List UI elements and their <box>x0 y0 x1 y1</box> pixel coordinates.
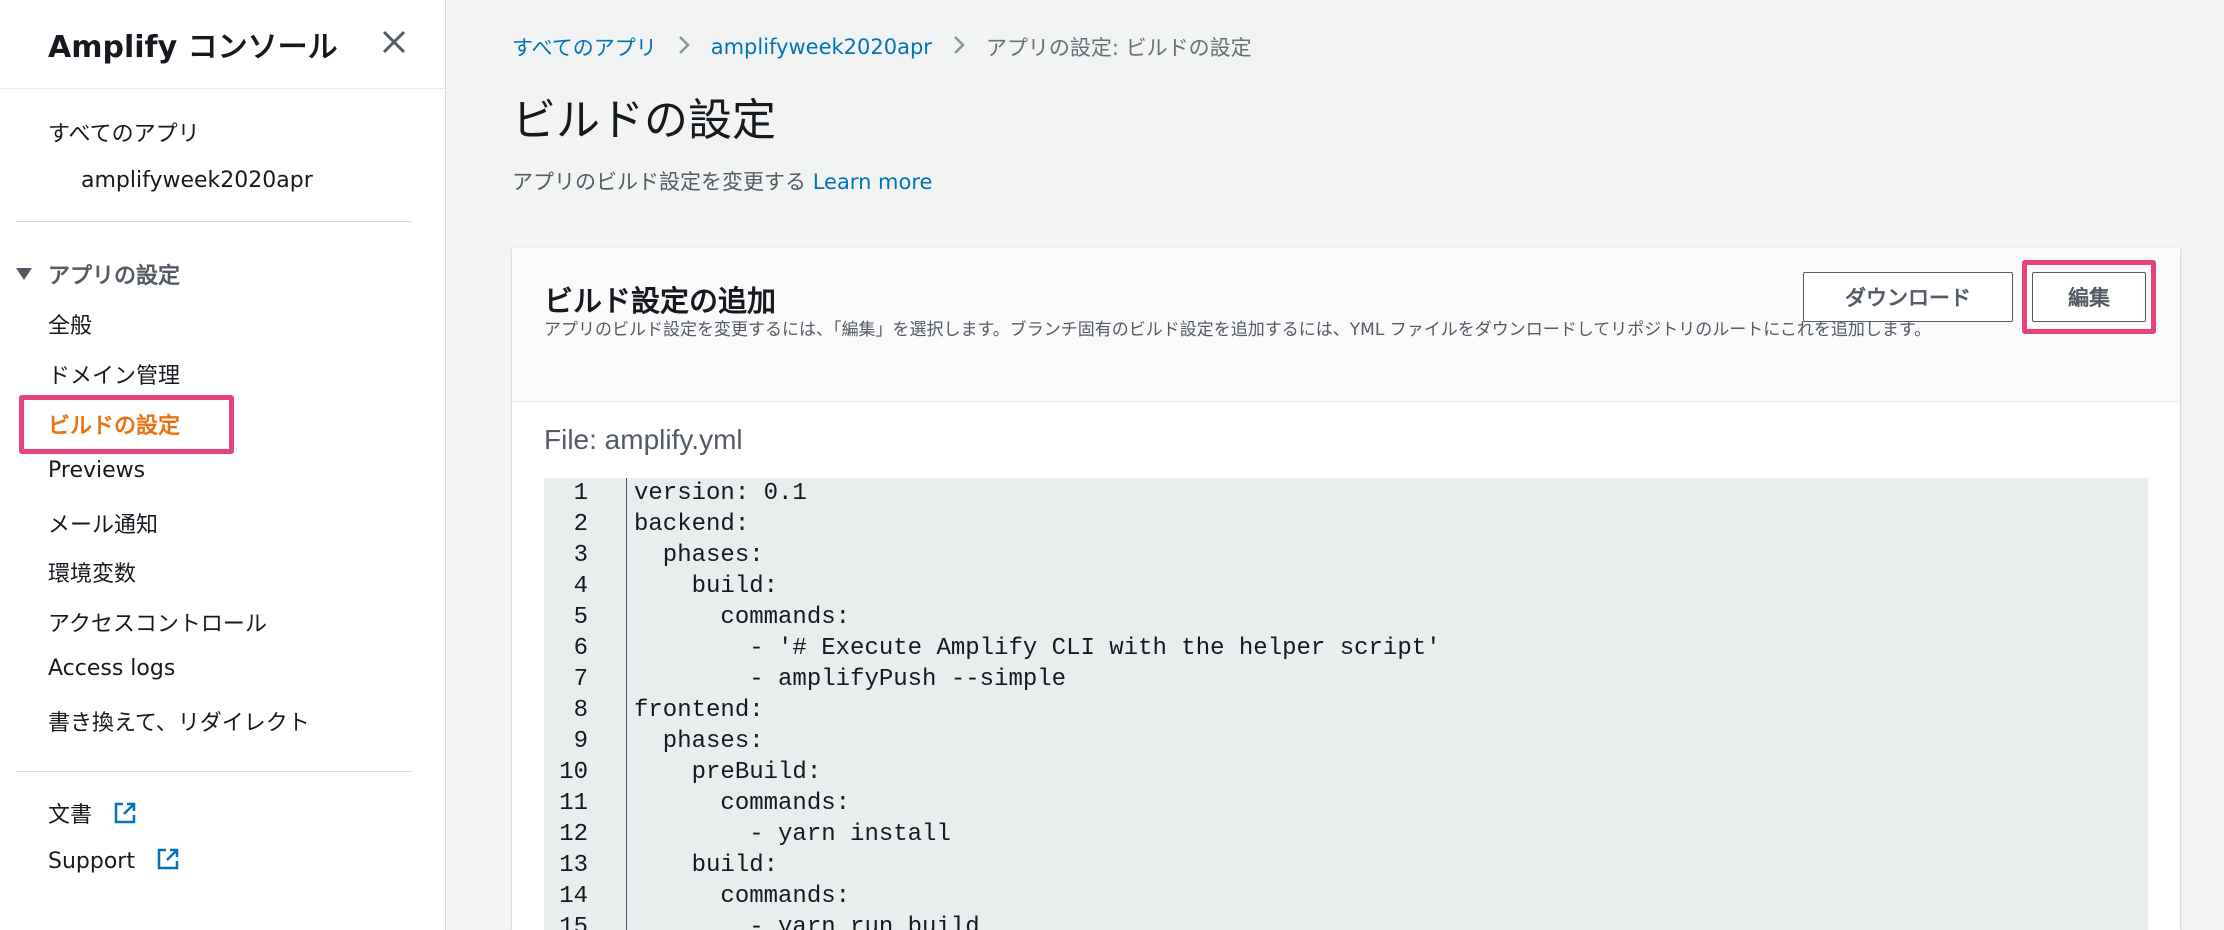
sidebar-item-previews[interactable]: Previews <box>48 458 145 483</box>
code-text: build: <box>634 852 779 879</box>
code-text: phases: <box>634 728 764 755</box>
code-text: commands: <box>634 883 851 910</box>
card-description: アプリのビルド設定を変更するには、「編集」を選択します。ブランチ固有のビルド設定… <box>544 320 1932 340</box>
caret-down-icon <box>16 268 32 280</box>
code-line: 13 build: <box>544 850 778 881</box>
sidebar-item-rewrites[interactable]: 書き換えて、リダイレクト <box>48 705 310 737</box>
line-number: 5 <box>573 604 588 631</box>
breadcrumb-link-all-apps[interactable]: すべてのアプリ <box>512 32 657 62</box>
code-text: - yarn run build <box>634 914 980 930</box>
chevron-right-icon <box>952 34 966 61</box>
sidebar-section-app-settings[interactable]: アプリの設定 <box>16 258 180 290</box>
breadcrumb-link-app[interactable]: amplifyweek2020apr <box>711 35 932 59</box>
code-line: 2 backend: <box>544 509 750 540</box>
code-line: 1 version: 0.1 <box>544 478 807 509</box>
code-line: 4 build: <box>544 571 778 602</box>
breadcrumb-current: アプリの設定: ビルドの設定 <box>985 36 1252 60</box>
page-description-text: アプリのビルド設定を変更する <box>512 170 806 194</box>
line-number: 4 <box>573 573 588 600</box>
card-header: ビルド設定の追加 アプリのビルド設定を変更するには、「編集」を選択します。ブラン… <box>512 248 2180 402</box>
sidebar-divider <box>16 221 412 222</box>
line-number: 12 <box>559 821 588 848</box>
external-link-icon <box>156 847 180 877</box>
code-text: preBuild: <box>634 759 822 786</box>
edit-button[interactable]: 編集 <box>2032 272 2146 322</box>
file-label: File: amplify.yml <box>544 424 743 455</box>
sidebar-item-domain[interactable]: ドメイン管理 <box>48 358 180 390</box>
code-line: 5 commands: <box>544 602 850 633</box>
line-number: 1 <box>573 480 588 507</box>
line-number: 13 <box>559 852 588 879</box>
sidebar-item-app[interactable]: amplifyweek2020apr <box>81 168 313 193</box>
code-text: backend: <box>634 511 750 538</box>
code-line: 7 - amplifyPush --simple <box>544 664 1066 695</box>
download-button[interactable]: ダウンロード <box>1803 272 2013 322</box>
sidebar: Amplify コンソール すべてのアプリ amplifyweek2020apr… <box>0 0 446 930</box>
line-number: 14 <box>559 883 588 910</box>
sidebar-divider <box>16 771 412 772</box>
code-text: commands: <box>634 604 851 631</box>
sidebar-item-build-settings[interactable]: ビルドの設定 <box>48 408 180 440</box>
line-number: 3 <box>573 542 588 569</box>
code-line: 10 preBuild: <box>544 757 821 788</box>
sidebar-item-all-apps[interactable]: すべてのアプリ <box>48 116 200 148</box>
code-viewer[interactable]: 1 version: 0.1 2 backend: 3 phases: 4 build: 5… <box>544 478 2148 930</box>
close-icon[interactable] <box>376 24 412 60</box>
line-number: 11 <box>559 790 588 817</box>
line-number: 2 <box>573 511 588 538</box>
learn-more-link[interactable]: Learn more <box>813 170 933 194</box>
sidebar-link-docs-label: 文書 <box>48 803 93 828</box>
code-text: - amplifyPush --simple <box>634 666 1067 693</box>
sidebar-item-email[interactable]: メール通知 <box>48 507 158 539</box>
page-title: ビルドの設定 <box>512 95 776 146</box>
code-text: frontend: <box>634 697 764 724</box>
sidebar-item-general[interactable]: 全般 <box>48 308 92 340</box>
sidebar-item-access-logs[interactable]: Access logs <box>48 656 175 681</box>
sidebar-link-docs[interactable]: 文書 <box>48 797 137 831</box>
chevron-right-icon <box>677 34 691 61</box>
code-line: 12 - yarn install <box>544 819 951 850</box>
line-number: 7 <box>573 666 588 693</box>
code-line: 14 commands: <box>544 881 850 912</box>
code-text: phases: <box>634 542 764 569</box>
line-number: 9 <box>573 728 588 755</box>
sidebar-item-access-control[interactable]: アクセスコントロール <box>48 606 267 638</box>
code-line: 11 commands: <box>544 788 850 819</box>
code-text: version: 0.1 <box>634 480 807 507</box>
code-text: commands: <box>634 790 851 817</box>
code-text: - yarn install <box>634 821 951 848</box>
line-number: 8 <box>573 697 588 724</box>
line-number: 15 <box>559 914 588 930</box>
code-text: - '# Execute Amplify CLI with the helper… <box>634 635 1441 662</box>
gutter-rule <box>626 478 627 930</box>
code-line: 15 - yarn run build <box>544 912 979 930</box>
build-settings-card: ビルド設定の追加 アプリのビルド設定を変更するには、「編集」を選択します。ブラン… <box>512 248 2180 930</box>
sidebar-link-support[interactable]: Support <box>48 847 180 877</box>
sidebar-item-env-vars[interactable]: 環境変数 <box>48 556 136 588</box>
code-text: build: <box>634 573 779 600</box>
sidebar-title: Amplify コンソール <box>48 30 338 65</box>
sidebar-link-support-label: Support <box>48 849 135 874</box>
breadcrumb: すべてのアプリ amplifyweek2020apr アプリの設定: ビルドの設… <box>512 32 1252 62</box>
page-description: アプリのビルド設定を変更する Learn more <box>512 166 932 196</box>
code-line: 8 frontend: <box>544 695 764 726</box>
code-line: 9 phases: <box>544 726 764 757</box>
line-number: 6 <box>573 635 588 662</box>
sidebar-section-label: アプリの設定 <box>48 264 181 289</box>
code-line: 6 - '# Execute Amplify CLI with the help… <box>544 633 1441 664</box>
line-number: 10 <box>559 759 588 786</box>
card-title: ビルド設定の追加 <box>544 284 777 318</box>
code-line: 3 phases: <box>544 540 764 571</box>
external-link-icon <box>113 801 137 831</box>
sidebar-header: Amplify コンソール <box>0 0 445 89</box>
